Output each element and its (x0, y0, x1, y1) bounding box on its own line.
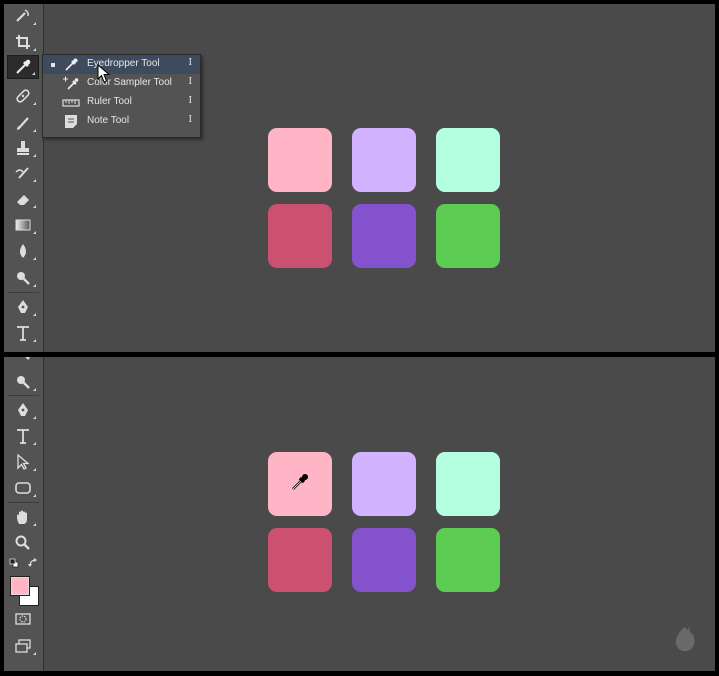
tool-quick-mask[interactable] (7, 607, 39, 631)
dodge-icon (25, 357, 30, 360)
menu-item-shortcut: I (188, 77, 192, 87)
watermark-logo-icon (675, 627, 695, 652)
swatch-dark-pink[interactable] (268, 528, 332, 592)
menu-item-label: Ruler Tool (87, 96, 132, 107)
pen-icon (18, 300, 28, 313)
swatch-green (436, 204, 500, 268)
tool-dodge[interactable] (7, 357, 39, 365)
tool-brush[interactable] (7, 111, 39, 135)
brush-icon (17, 117, 29, 130)
pen-icon (18, 403, 28, 416)
default-colors-icon[interactable] (9, 558, 19, 568)
swatch-light-purple[interactable] (352, 452, 416, 516)
hand-icon (17, 510, 27, 524)
tool-history-brush[interactable] (7, 161, 39, 185)
swatch-green[interactable] (436, 528, 500, 592)
tool-spot-healing[interactable] (7, 84, 39, 108)
tool-pen[interactable] (7, 295, 39, 319)
foreground-color-swatch[interactable] (10, 576, 30, 596)
menu-item-shortcut: I (188, 96, 192, 106)
eyedropper-tool-flyout-menu: Eyedropper Tool I Color Sampler Tool I R… (42, 54, 201, 138)
menu-item-color-sampler-tool[interactable]: Color Sampler Tool I (43, 74, 200, 93)
quick-selection-icon (16, 9, 29, 22)
eyedropper-icon (62, 56, 80, 73)
gradient-icon (15, 219, 31, 231)
eraser-icon (17, 195, 29, 205)
tool-eyedropper[interactable] (7, 55, 39, 79)
mouse-pointer-cursor (97, 64, 111, 83)
drop-icon (20, 244, 26, 258)
type-icon (17, 429, 29, 444)
crop-icon (16, 35, 30, 49)
screen-mode-icon (15, 639, 31, 653)
note-icon (62, 113, 80, 130)
swatch-dark-purple[interactable] (352, 528, 416, 592)
burn-icon (17, 376, 30, 389)
tool-type[interactable] (7, 424, 39, 448)
stamp-icon (17, 141, 29, 155)
tools-panel (4, 357, 44, 671)
ruler-icon (62, 94, 80, 111)
selected-indicator (51, 63, 55, 67)
tool-pen[interactable] (7, 398, 39, 422)
eyedropper-cursor-icon (292, 474, 308, 490)
tools-panel (4, 4, 44, 352)
eyedropper-icon (16, 59, 31, 74)
tool-path-selection[interactable] (7, 450, 39, 474)
swatch-light-mint[interactable] (436, 452, 500, 516)
tool-screen-mode[interactable] (7, 634, 39, 658)
tool-dodge[interactable] (7, 266, 39, 290)
tool-crop[interactable] (7, 30, 39, 54)
tool-type[interactable] (7, 321, 39, 345)
swatch-light-mint (436, 128, 500, 192)
zoom-icon (15, 535, 30, 550)
top-panel: Eyedropper Tool I Color Sampler Tool I R… (4, 4, 715, 352)
tool-hand[interactable] (7, 505, 39, 529)
color-sampler-icon (62, 75, 80, 92)
arrow-icon (17, 453, 30, 470)
type-icon (17, 326, 29, 341)
tool-gradient[interactable] (7, 213, 39, 237)
history-brush-icon (15, 167, 29, 179)
tool-eraser[interactable] (7, 187, 39, 211)
swatch-light-pink (268, 128, 332, 192)
menu-item-ruler-tool[interactable]: Ruler Tool I (43, 93, 200, 112)
dodge-icon (17, 272, 30, 285)
swatch-dark-pink (268, 204, 332, 268)
swap-colors-icon[interactable] (28, 558, 38, 568)
swatch-light-purple (352, 128, 416, 192)
bandage-icon (16, 89, 30, 103)
menu-item-shortcut: I (188, 115, 192, 125)
tool-zoom-dodge[interactable] (7, 370, 39, 394)
rounded-rectangle-icon (15, 482, 31, 494)
tool-blur[interactable] (7, 239, 39, 263)
menu-item-note-tool[interactable]: Note Tool I (43, 112, 200, 131)
tool-quick-selection[interactable] (7, 4, 39, 28)
tool-clone-stamp[interactable] (7, 136, 39, 160)
menu-item-shortcut: I (188, 58, 192, 68)
quick-mask-icon (15, 613, 31, 625)
menu-item-label: Note Tool (87, 115, 130, 126)
tool-zoom[interactable] (7, 531, 39, 555)
swatch-dark-purple (352, 204, 416, 268)
bottom-panel (4, 357, 715, 671)
menu-item-eyedropper-tool[interactable]: Eyedropper Tool I (43, 55, 200, 74)
tool-shape[interactable] (7, 476, 39, 500)
